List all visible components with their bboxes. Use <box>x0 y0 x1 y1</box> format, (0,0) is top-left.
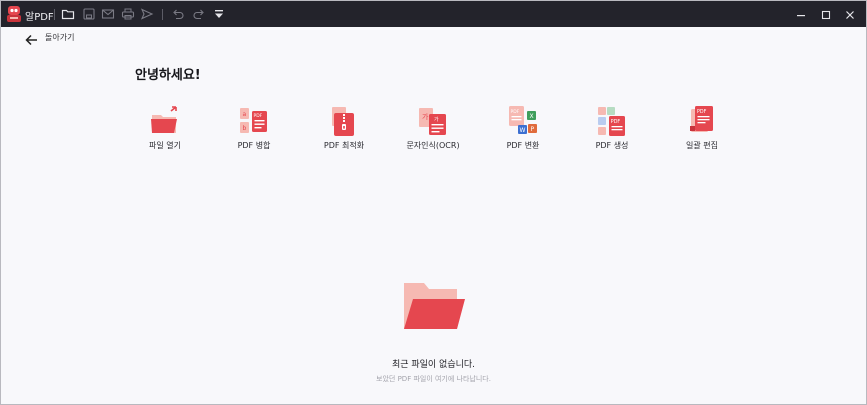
tool-label: 일괄 편집 <box>686 141 718 150</box>
convert-pdf-icon: PDF X W P <box>508 105 538 137</box>
redo-icon[interactable] <box>192 7 206 21</box>
tool-label: PDF 변환 <box>506 141 540 150</box>
svg-text:PDF: PDF <box>697 109 707 115</box>
share-icon[interactable] <box>140 7 154 21</box>
undo-icon[interactable] <box>171 7 185 21</box>
tool-open-file[interactable]: 파일 열기 <box>125 105 205 155</box>
open-folder-icon[interactable] <box>61 7 75 21</box>
close-icon[interactable] <box>843 7 857 21</box>
back-label: 돌아가기 <box>45 33 75 42</box>
tool-convert-pdf[interactable]: PDF X W P PDF 변환 <box>483 105 563 155</box>
save-icon[interactable] <box>82 7 96 21</box>
tool-label: 파일 열기 <box>149 141 181 150</box>
tool-ocr[interactable]: 가 가 문자인식(OCR) <box>393 105 473 155</box>
svg-text:W: W <box>520 127 526 134</box>
create-pdf-icon: PDF <box>597 105 627 137</box>
tool-label: PDF 생성 <box>595 141 629 150</box>
svg-text:가: 가 <box>434 116 439 123</box>
app-logo-icon <box>6 5 22 23</box>
empty-recent-subtitle: 보았던 PDF 파일이 여기에 나타납니다. <box>376 375 491 383</box>
svg-text:가: 가 <box>422 112 429 121</box>
svg-text:PDF: PDF <box>254 113 263 119</box>
tool-optimize-pdf[interactable]: PDF 최적화 <box>304 105 384 155</box>
maximize-icon[interactable] <box>819 7 833 21</box>
greeting-title: 안녕하세요! <box>135 68 201 83</box>
app-window: 알PDF 돌아가기 안녕하세요! 파일 열기 a b PDF PDF 병합 PD… <box>0 0 867 405</box>
tool-label: PDF 최적화 <box>323 141 365 150</box>
ocr-icon: 가 가 <box>418 105 448 137</box>
merge-pdf-icon: a b PDF <box>239 105 269 137</box>
arrow-left-icon <box>25 31 38 46</box>
tool-merge-pdf[interactable]: a b PDF PDF 병합 <box>214 105 294 155</box>
svg-text:PDF: PDF <box>511 109 520 115</box>
mail-icon[interactable] <box>101 7 115 21</box>
compress-pdf-icon <box>329 105 359 137</box>
svg-text:a: a <box>243 111 247 118</box>
tool-label: 문자인식(OCR) <box>406 141 460 150</box>
toolbar-divider <box>54 9 55 20</box>
batch-edit-icon: PDF <box>687 105 717 137</box>
svg-text:b: b <box>243 125 247 132</box>
tool-batch-edit[interactable]: PDF 일괄 편집 <box>662 105 742 155</box>
tool-create-pdf[interactable]: PDF PDF 생성 <box>572 105 652 155</box>
quick-access-dropdown-icon[interactable] <box>212 7 226 21</box>
tool-label: PDF 병합 <box>237 141 271 150</box>
empty-recent-title: 최근 파일이 없습니다. <box>391 360 476 370</box>
folder-open-icon <box>150 105 180 137</box>
svg-text:X: X <box>530 113 534 120</box>
app-name: 알PDF <box>25 12 54 23</box>
toolbar-divider <box>162 9 163 20</box>
print-icon[interactable] <box>121 7 135 21</box>
minimize-icon[interactable] <box>794 7 808 21</box>
svg-text:PDF: PDF <box>611 119 621 125</box>
title-bar: 알PDF <box>1 1 866 27</box>
empty-folder-icon <box>399 281 467 331</box>
svg-text:P: P <box>531 126 535 133</box>
